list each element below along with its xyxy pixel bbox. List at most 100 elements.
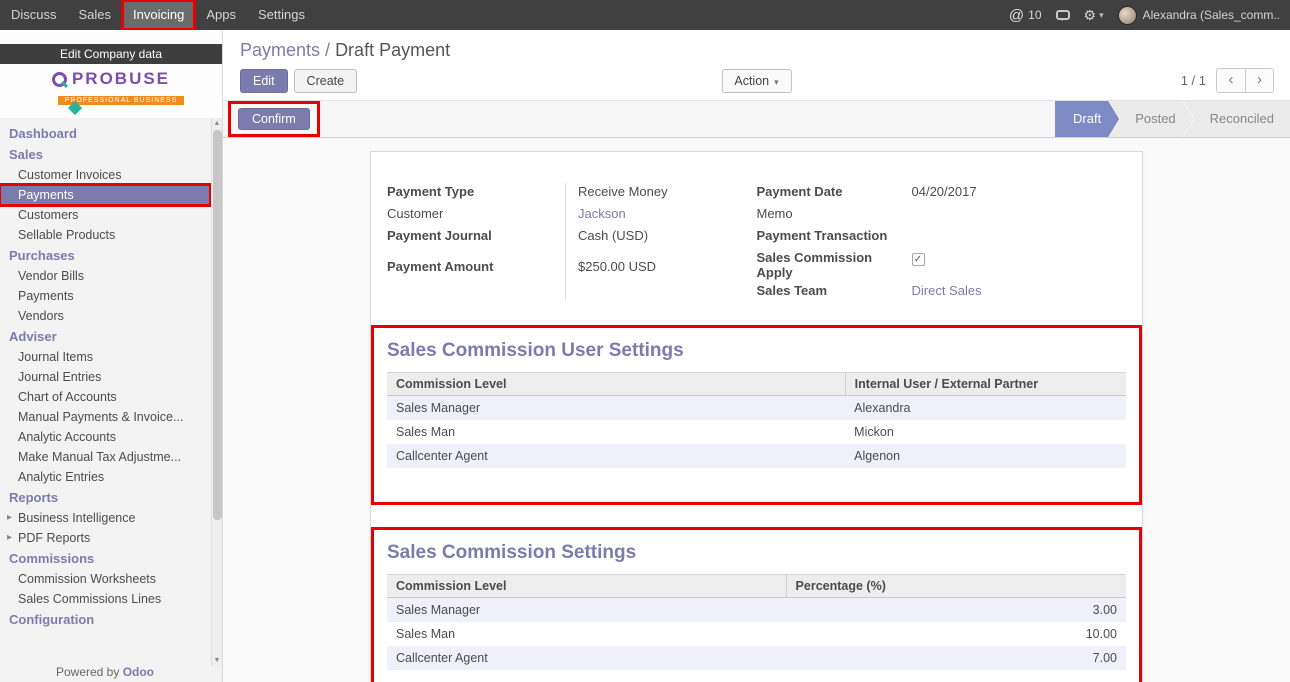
sidebar-item-pdf-reports[interactable]: ▸PDF Reports <box>0 528 210 548</box>
sidebar-item-analytic-accounts[interactable]: Analytic Accounts <box>0 427 210 447</box>
form-sheet: Payment TypeReceive MoneyCustomerJackson… <box>370 151 1143 682</box>
topbar-menu-sales[interactable]: Sales <box>68 0 123 30</box>
link-jackson[interactable]: Jackson <box>578 206 626 221</box>
section-sales-commission-settings: Sales Commission SettingsCommission Leve… <box>371 527 1142 682</box>
sidebar-section-dashboard[interactable]: Dashboard <box>0 123 210 144</box>
avatar <box>1118 6 1137 25</box>
debug-menu[interactable]: ⚙ ▾ <box>1084 7 1104 24</box>
status-reconciled[interactable]: Reconciled <box>1184 101 1290 137</box>
field-label: Payment Transaction <box>757 226 899 247</box>
column-header-commission-level[interactable]: Commission Level <box>387 575 786 598</box>
field-payment-journal: Payment JournalCash (USD) <box>387 226 757 247</box>
cell-percentage: 7.00 <box>786 646 1126 670</box>
sidebar-head: Edit Company data PROBUSE PROFESSIONAL B… <box>0 30 222 118</box>
app-window: DiscussSalesInvoicingAppsSettings @ 10 ⚙… <box>0 0 1290 682</box>
edit-company-button[interactable]: Edit Company data <box>0 44 222 64</box>
table-row-sales-manager[interactable]: Sales ManagerAlexandra <box>387 396 1126 421</box>
sidebar-item-customers[interactable]: Customers <box>0 205 210 225</box>
sidebar-section-adviser[interactable]: Adviser <box>0 326 210 347</box>
table-row-callcenter-agent[interactable]: Callcenter AgentAlgenon <box>387 444 1126 468</box>
sidebar-item-journal-items[interactable]: Journal Items <box>0 347 210 367</box>
field-payment-transaction: Payment Transaction <box>757 226 1127 247</box>
cell-commission-level: Callcenter Agent <box>387 444 845 468</box>
sales-commission-apply-checkbox[interactable]: ✓ <box>912 253 925 266</box>
user-menu[interactable]: Alexandra (Sales_comm.. <box>1118 6 1280 25</box>
main-panel: Payments / Draft Payment Edit Create Act… <box>223 30 1290 682</box>
sidebar-item-payments[interactable]: Payments <box>0 286 210 306</box>
sidebar-menu: DashboardSalesCustomer InvoicesPaymentsC… <box>0 123 210 630</box>
chevron-down-icon: ▾ <box>1099 10 1104 21</box>
column-header-percentage[interactable]: Percentage (%) <box>786 575 1126 598</box>
statusbar-states: DraftPostedReconciled <box>1055 101 1290 137</box>
status-posted[interactable]: Posted <box>1109 101 1193 137</box>
column-header-commission-level[interactable]: Commission Level <box>387 373 845 396</box>
sidebar-section-purchases[interactable]: Purchases <box>0 245 210 266</box>
topbar-menu-discuss[interactable]: Discuss <box>0 0 68 30</box>
link-direct-sales[interactable]: Direct Sales <box>912 283 982 298</box>
sidebar-section-configuration[interactable]: Configuration <box>0 609 210 630</box>
field-customer: CustomerJackson <box>387 204 757 225</box>
pager-next-button[interactable]: › <box>1245 68 1274 93</box>
sidebar-label: Adviser <box>9 329 57 344</box>
gear-icon: ⚙ <box>1084 7 1097 24</box>
field-value-sales-commission-apply: ✓ <box>899 248 1127 280</box>
table-sales-commission-user-settings: Commission LevelInternal User / External… <box>387 372 1126 468</box>
edit-button[interactable]: Edit <box>240 69 288 93</box>
sidebar-item-sales-commissions-lines[interactable]: Sales Commissions Lines <box>0 589 210 609</box>
breadcrumb-parent[interactable]: Payments <box>240 40 320 60</box>
field-sales-commission-apply: Sales Commission Apply✓ <box>757 248 1127 280</box>
sidebar-scrollbar[interactable]: ▲ ▼ <box>211 118 222 666</box>
powered-by: Powered by Odoo <box>0 663 210 682</box>
sidebar-item-payments[interactable]: Payments <box>0 185 210 205</box>
sidebar-item-chart-of-accounts[interactable]: Chart of Accounts <box>0 387 210 407</box>
sidebar-label: Vendor Bills <box>18 269 84 283</box>
table-row-sales-man[interactable]: Sales Man10.00 <box>387 622 1126 646</box>
sidebar-item-vendor-bills[interactable]: Vendor Bills <box>0 266 210 286</box>
scroll-down-icon[interactable]: ▼ <box>212 655 222 666</box>
table-row-sales-manager[interactable]: Sales Manager3.00 <box>387 598 1126 623</box>
sidebar-item-business-intelligence[interactable]: ▸Business Intelligence <box>0 508 210 528</box>
sidebar-item-vendors[interactable]: Vendors <box>0 306 210 326</box>
scroll-up-icon[interactable]: ▲ <box>212 118 222 129</box>
sidebar-label: Configuration <box>9 612 94 627</box>
sidebar-label: Journal Entries <box>18 370 101 384</box>
sidebar-item-customer-invoices[interactable]: Customer Invoices <box>0 165 210 185</box>
sidebar-section-sales[interactable]: Sales <box>0 144 210 165</box>
sidebar-item-make-manual-tax-adjustme[interactable]: Make Manual Tax Adjustme... <box>0 447 210 467</box>
sidebar-label: Commission Worksheets <box>18 572 156 586</box>
sidebar: Edit Company data PROBUSE PROFESSIONAL B… <box>0 30 223 682</box>
field-value-payment-amount: $250.00 USD <box>565 257 757 278</box>
topbar-menu-apps[interactable]: Apps <box>195 0 247 30</box>
create-button[interactable]: Create <box>294 69 358 93</box>
sidebar-item-commission-worksheets[interactable]: Commission Worksheets <box>0 569 210 589</box>
sidebar-section-reports[interactable]: Reports <box>0 487 210 508</box>
table-row-callcenter-agent[interactable]: Callcenter Agent7.00 <box>387 646 1126 670</box>
status-draft[interactable]: Draft <box>1055 101 1119 137</box>
confirm-button[interactable]: Confirm <box>238 108 310 130</box>
field-value-customer: Jackson <box>565 204 757 225</box>
odoo-link[interactable]: Odoo <box>123 665 154 679</box>
sidebar-item-analytic-entries[interactable]: Analytic Entries <box>0 467 210 487</box>
field-label: Sales Team <box>757 281 899 302</box>
sidebar-item-manual-payments-invoice[interactable]: Manual Payments & Invoice... <box>0 407 210 427</box>
cell-internal-user-external-partner: Algenon <box>845 444 1126 468</box>
company-logo: PROBUSE PROFESSIONAL BUSINESS <box>0 64 222 118</box>
action-dropdown[interactable]: Action▾ <box>721 69 791 93</box>
sidebar-item-journal-entries[interactable]: Journal Entries <box>0 367 210 387</box>
expand-caret-icon[interactable]: ▸ <box>7 512 12 523</box>
field-label: Payment Date <box>757 182 899 203</box>
column-header-internal-user-external-partner[interactable]: Internal User / External Partner <box>845 373 1126 396</box>
scrollbar-thumb[interactable] <box>213 130 222 520</box>
mention-counter[interactable]: @ 10 <box>1009 7 1042 24</box>
mention-count: 10 <box>1028 8 1041 22</box>
expand-caret-icon[interactable]: ▸ <box>7 532 12 543</box>
topbar-menu-settings[interactable]: Settings <box>247 0 316 30</box>
cell-commission-level: Sales Manager <box>387 598 786 623</box>
chat-bubble-icon[interactable] <box>1056 10 1070 20</box>
table-header-row: Commission LevelPercentage (%) <box>387 575 1126 598</box>
topbar-menu-invoicing[interactable]: Invoicing <box>122 0 195 30</box>
sidebar-item-sellable-products[interactable]: Sellable Products <box>0 225 210 245</box>
pager-previous-button[interactable]: ‹ <box>1216 68 1245 93</box>
sidebar-section-commissions[interactable]: Commissions <box>0 548 210 569</box>
table-row-sales-man[interactable]: Sales ManMickon <box>387 420 1126 444</box>
